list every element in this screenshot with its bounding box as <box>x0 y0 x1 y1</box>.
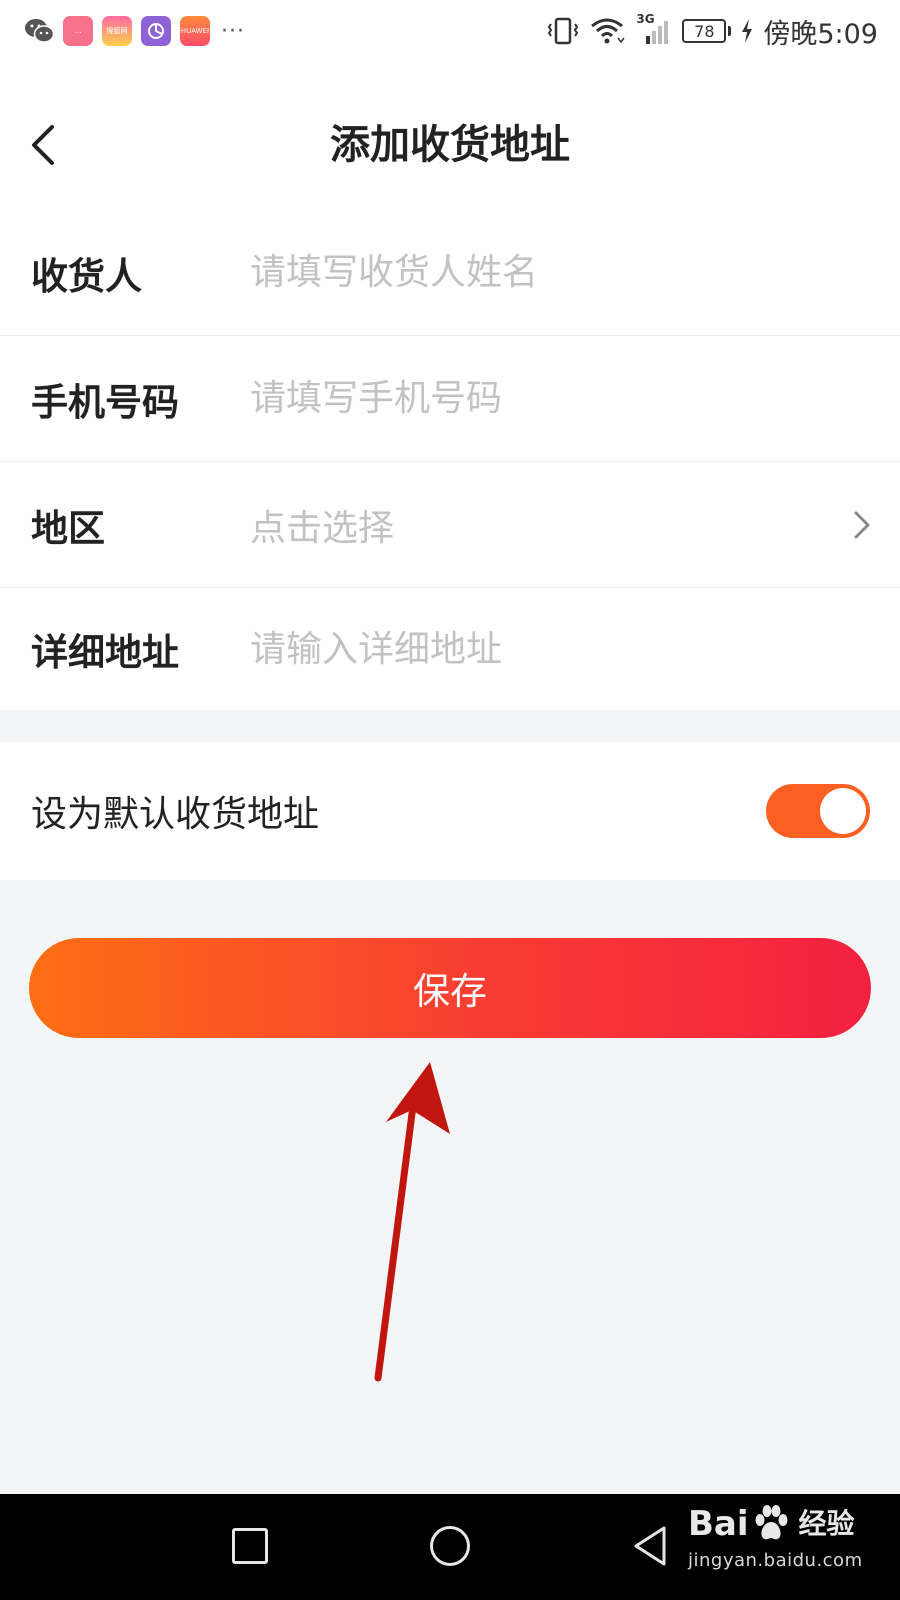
phone-label: 手机号码 <box>31 380 179 424</box>
charging-icon <box>742 19 753 43</box>
address-label: 详细地址 <box>31 631 179 674</box>
page-title: 添加收货地址 <box>330 122 570 168</box>
wifi-icon <box>591 18 625 44</box>
recipient-name-input[interactable] <box>250 252 900 293</box>
back-nav-button[interactable] <box>630 1524 670 1568</box>
more-notifications-icon: ··· <box>221 18 245 44</box>
signal-icon: 3G <box>636 12 672 46</box>
app-icon-2: 搜狐网 <box>102 16 132 46</box>
baidu-paw-icon <box>755 1505 788 1540</box>
battery-icon: 78 <box>682 19 732 43</box>
battery-level: 78 <box>682 19 727 43</box>
chevron-right-icon <box>854 511 870 538</box>
page-header: 添加收货地址 <box>0 62 900 210</box>
status-bar: … 搜狐网 HUAWEI ··· 3G 78 傍晚5:09 <box>0 0 900 62</box>
address-form: 收货人 手机号码 地区 点击选择 详细地址 <box>0 210 900 710</box>
clock: 傍晚5:09 <box>763 18 878 50</box>
region-selector[interactable]: 点击选择 <box>250 499 900 551</box>
default-address-label: 设为默认收货地址 <box>31 794 320 835</box>
baidu-jingyan-watermark: Bai 经验 jingyan.baidu.com <box>688 1504 888 1592</box>
home-button[interactable] <box>430 1526 470 1566</box>
wechat-icon <box>25 19 54 43</box>
watermark-brand-right: 经验 <box>798 1507 855 1540</box>
recent-apps-button[interactable] <box>232 1528 268 1564</box>
form-row-recipient: 收货人 <box>0 210 900 336</box>
toggle-knob <box>820 788 866 834</box>
watermark-brand-left: Bai <box>688 1504 749 1544</box>
phone-number-input[interactable] <box>250 378 900 419</box>
detail-address-input[interactable] <box>250 628 900 670</box>
recipient-label: 收货人 <box>31 254 142 298</box>
region-label: 地区 <box>31 506 105 550</box>
default-address-row: 设为默认收货地址 <box>0 742 900 880</box>
app-icon-1: … <box>63 16 93 46</box>
app-icon-3 <box>141 16 171 46</box>
system-status: 3G 78 傍晚5:09 <box>546 12 878 51</box>
vibrate-icon <box>548 17 579 45</box>
default-address-toggle[interactable] <box>766 784 870 838</box>
form-row-phone: 手机号码 <box>0 336 900 462</box>
form-row-region[interactable]: 地区 点击选择 <box>0 462 900 588</box>
form-row-address: 详细地址 <box>0 588 900 710</box>
notification-icons: … 搜狐网 HUAWEI ··· <box>24 16 245 46</box>
app-icon-4: HUAWEI <box>180 16 210 46</box>
save-button[interactable]: 保存 <box>29 938 871 1038</box>
watermark-url: jingyan.baidu.com <box>688 1550 863 1571</box>
